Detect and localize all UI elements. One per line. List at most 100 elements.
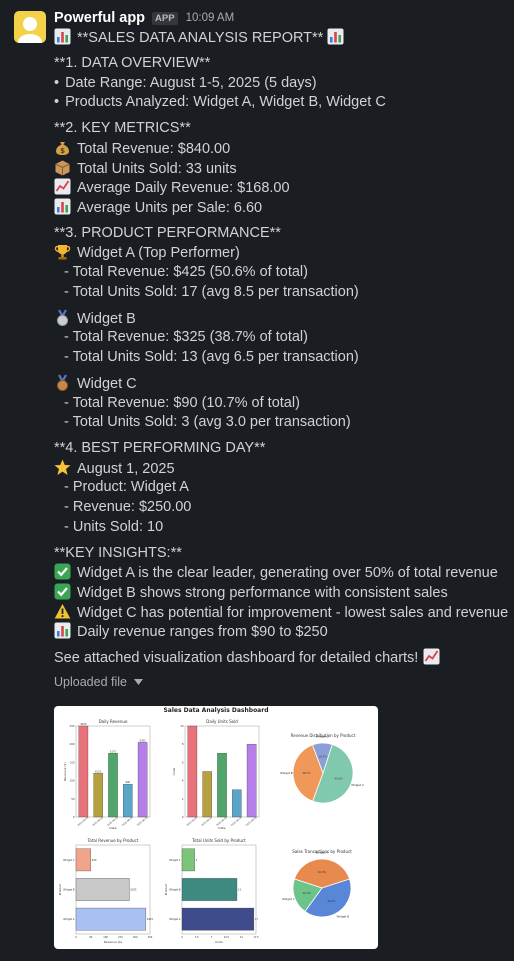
y-tick-label: 8	[182, 742, 184, 746]
bar	[246, 744, 257, 818]
y-tick-label: 0	[73, 815, 75, 819]
pie-label: Widget C	[316, 734, 329, 738]
bar	[187, 725, 198, 818]
product-detail: - Total Revenue: $325 (38.7% of total)	[64, 329, 308, 346]
message-body: **SALES DATA ANALYSIS REPORT** **1. DATA…	[54, 28, 508, 692]
insight-item: Daily revenue ranges from $90 to $250	[54, 622, 506, 642]
bar-value-label: $175	[110, 750, 117, 753]
best-day-detail: - Units Sold: 10	[64, 518, 164, 535]
bar	[75, 907, 147, 931]
insight-text: Widget A is the clear leader, generating…	[77, 565, 498, 582]
chart-title: Total Revenue by Product	[87, 838, 139, 843]
y-tick-label: 0	[182, 815, 184, 819]
y-tick-label: Widget C	[169, 858, 181, 862]
bar-value-label: 13	[238, 889, 242, 892]
bar-value-label: 17	[255, 918, 259, 921]
y-tick-label: 50	[71, 797, 75, 801]
bar	[75, 878, 130, 901]
bar-value-label: $425	[147, 918, 154, 921]
x-tick-label: 90	[89, 936, 93, 939]
x-axis-label: Units	[215, 940, 223, 944]
x-tick-label: 0	[75, 936, 77, 939]
y-tick-label: 2	[182, 797, 184, 801]
list-item: • Products Analyzed: Widget A, Widget B, …	[54, 94, 386, 111]
uploaded-file-toggle[interactable]: Uploaded file	[54, 672, 506, 692]
pie-label: Widget B	[280, 771, 293, 775]
dashboard-charts: Daily Revenue050100150200250$2502025-08-…	[58, 719, 364, 944]
trend-up-icon	[54, 178, 71, 196]
insight-text: Widget B shows strong performance with c…	[77, 584, 448, 601]
x-tick-label: 360	[133, 936, 138, 939]
metric-text: Total Units Sold: 33 units	[77, 160, 237, 177]
x-tick-label: 180	[103, 936, 108, 939]
chart-icon	[54, 28, 71, 45]
chart-icon	[54, 622, 71, 639]
section-heading: **KEY INSIGHTS:**	[54, 544, 182, 561]
section-heading: **3. PRODUCT PERFORMANCE**	[54, 224, 281, 241]
app-name[interactable]: Powerful app	[54, 10, 145, 26]
x-tick-label: 7	[211, 936, 213, 939]
x-tick-label: 450	[148, 936, 153, 939]
insight-item: Widget C has potential for improvement -…	[54, 603, 508, 623]
bar	[93, 773, 103, 818]
x-axis-label: Date	[109, 826, 116, 830]
bar	[181, 907, 255, 931]
product-name-text: Widget A (Top Performer)	[77, 245, 240, 262]
timestamp[interactable]: 10:09 AM	[186, 12, 235, 24]
y-tick-label: 250	[70, 724, 75, 728]
list-item: • Date Range: August 1-5, 2025 (5 days)	[54, 74, 317, 91]
x-tick-label: 2025-08-02	[201, 816, 214, 827]
product-detail: - Total Revenue: $90 (10.7% of total)	[64, 394, 300, 411]
bar-value-label: $205	[140, 739, 147, 742]
bar	[137, 742, 148, 818]
pie-label: Widget B	[336, 915, 349, 919]
product-detail: - Total Revenue: $425 (50.6% of total)	[64, 264, 308, 281]
avatar[interactable]	[14, 11, 46, 43]
metric-item: Average Daily Revenue: $168.00	[54, 178, 506, 198]
metric-text: Total Revenue: $840.00	[77, 140, 231, 157]
dashboard-image[interactable]: Sales Data Analysis Dashboard Daily Reve…	[54, 706, 378, 949]
x-tick-label: 2025-08-04	[121, 816, 134, 827]
pie-pct-label: 40.0%	[318, 870, 327, 874]
x-axis-label: Date	[218, 826, 225, 830]
chart-icon	[327, 28, 344, 45]
best-day-detail: - Revenue: $250.00	[64, 499, 192, 516]
bar	[202, 771, 212, 818]
metric-text: Average Daily Revenue: $168.00	[77, 180, 290, 197]
y-tick-label: 200	[70, 742, 75, 746]
product-detail: - Total Units Sold: 13 (avg 6.5 per tran…	[64, 348, 359, 365]
x-tick-label: 2025-08-05	[245, 816, 258, 827]
y-axis-label: Product	[164, 883, 168, 895]
x-tick-label: 2025-08-01	[186, 816, 199, 827]
y-tick-label: Widget B	[169, 888, 181, 892]
chart-icon	[54, 198, 71, 215]
star-icon	[54, 459, 71, 475]
best-day-detail: - Product: Widget A	[64, 479, 189, 496]
section-heading: **4. BEST PERFORMING DAY**	[54, 440, 266, 457]
product-detail: - Total Units Sold: 3 (avg 3.0 per trans…	[64, 414, 351, 431]
bar	[181, 848, 195, 872]
x-tick-label: 2025-08-02	[92, 816, 105, 827]
section-heading: **1. DATA OVERVIEW**	[54, 55, 211, 72]
pie-label: Widget C	[282, 897, 295, 901]
uploaded-file-label: Uploaded file	[54, 674, 127, 689]
bar	[78, 725, 89, 818]
bar	[217, 753, 227, 818]
insight-item: Widget A is the clear leader, generating…	[54, 563, 506, 583]
pie-label: Widget A	[351, 783, 364, 787]
silver-medal-icon	[56, 308, 69, 326]
closing-text: See attached visualization dashboard for…	[54, 650, 419, 667]
insight-item: Widget B shows strong performance with c…	[54, 582, 506, 603]
x-tick-label: 2025-08-05	[136, 816, 149, 827]
closing-line: See attached visualization dashboard for…	[54, 648, 506, 668]
bar-value-label: $250	[80, 723, 87, 726]
x-axis-label: Revenue ($)	[104, 940, 122, 944]
chevron-down-icon	[133, 678, 143, 685]
y-tick-label: 4	[182, 779, 184, 783]
app-badge: APP	[152, 11, 178, 25]
chart-title: Daily Units Sold	[206, 719, 238, 724]
chart-title: Total Units Sold by Product	[191, 838, 246, 843]
y-tick-label: Widget C	[63, 858, 75, 862]
y-axis-label: Revenue ($)	[63, 762, 67, 780]
trend-up-icon	[423, 648, 441, 666]
